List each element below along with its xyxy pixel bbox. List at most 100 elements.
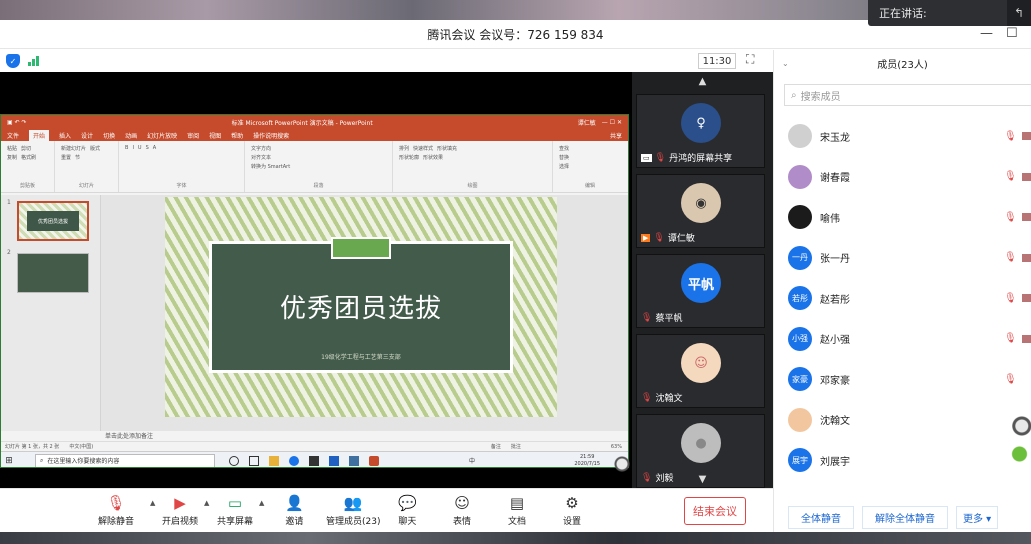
- camera-off-icon[interactable]: [1022, 172, 1031, 181]
- ppt-menu-slideshow: 幻灯片放映: [147, 132, 178, 140]
- member-row[interactable]: 宋玉龙 🎙: [774, 116, 1031, 157]
- camera-off-icon[interactable]: [1022, 253, 1031, 262]
- member-row[interactable]: 谢春霞 🎙: [774, 157, 1031, 198]
- camera-off-icon[interactable]: [1022, 132, 1031, 141]
- invite-button[interactable]: 👤 邀请: [285, 495, 304, 527]
- speaking-label: 正在讲话:: [879, 7, 927, 20]
- ppt-menu-animations: 动画: [125, 132, 138, 140]
- mic-muted-icon[interactable]: 🎙: [1004, 131, 1017, 142]
- video-options-caret[interactable]: ▲: [204, 499, 209, 507]
- camera-off-icon[interactable]: [1022, 294, 1031, 303]
- documents-button[interactable]: ▤ 文档: [508, 495, 526, 527]
- avatar: ◉: [681, 183, 721, 223]
- ppt-menu-review: 审阅: [187, 132, 200, 140]
- start-video-button[interactable]: ▶ 开启视频: [162, 495, 198, 527]
- windows-start-icon: ⊞: [5, 455, 13, 466]
- avatar: 展宇: [788, 448, 812, 473]
- video-tile[interactable]: ☺ 🎙 沈翰文: [636, 334, 765, 408]
- desktop-mascot-icon: [612, 452, 632, 492]
- thumb-number-2: 2: [7, 249, 11, 256]
- ppt-menu-transitions: 切换: [103, 132, 116, 140]
- members-panel: ⌄ 成员(23人) ⌕ 搜索成员 宋玉龙 🎙 谢春霞 🎙 喻伟 🎙 一丹 张一丹…: [773, 50, 1031, 532]
- slide-thumbnails: 1 优秀团员选拔 2: [1, 195, 101, 431]
- ribbon-group-paragraph: 文字方向 对齐文本 转换为 SmartArt 段落: [245, 141, 393, 192]
- chat-icon: 💬: [398, 494, 417, 512]
- share-options-caret[interactable]: ▲: [259, 499, 264, 507]
- ribbon-group-drawing: 排列 快速样式 形状填充 形状轮廓 形状效果 绘图: [393, 141, 553, 192]
- ribbon-group-editing: 查找 替换 选择 编辑: [559, 146, 595, 189]
- search-icon: ⌕: [40, 456, 44, 464]
- powerpoint-icon: [369, 455, 379, 466]
- emoji-button[interactable]: ☺ 表情: [453, 495, 471, 527]
- mic-muted-icon[interactable]: 🎙: [1004, 252, 1017, 263]
- search-icon: ⌕: [791, 89, 797, 101]
- camera-icon: ▶: [641, 233, 651, 242]
- camera-off-icon[interactable]: [1022, 334, 1031, 343]
- mute-all-button[interactable]: 全体静音: [788, 505, 854, 529]
- avatar: 小强: [788, 326, 812, 351]
- ppt-window-controls: — ☐ ✕: [601, 118, 622, 126]
- video-tile[interactable]: ♀ ▭ 🎙 丹鸿的屏幕共享: [636, 94, 765, 168]
- avatar: 一丹: [788, 245, 812, 270]
- mic-muted-icon[interactable]: 🎙: [1004, 374, 1017, 385]
- member-row[interactable]: 一丹 张一丹 🎙: [774, 238, 1031, 279]
- ppt-statusbar: 幻灯片 第 1 张，共 2 张 中文(中国) 备注 批注 63%: [1, 441, 628, 451]
- collapse-arrow-icon[interactable]: ↰: [1007, 0, 1031, 26]
- member-row[interactable]: 若彤 赵若彤 🎙: [774, 278, 1031, 319]
- minimize-button[interactable]: —: [980, 26, 993, 41]
- participant-name: 谭仁敏: [667, 234, 695, 244]
- ppt-user: 谭仁敏: [577, 119, 596, 127]
- member-search-input[interactable]: ⌕ 搜索成员: [784, 84, 1031, 106]
- video-tile[interactable]: 平帆 🎙 蔡平帆: [636, 254, 765, 328]
- share-screen-icon: ▭: [227, 494, 243, 512]
- emoji-icon: ☺: [454, 494, 470, 512]
- meeting-window: 腾讯会议 会议号：726 159 834 — ☐ ✓ 11:30 ⛶ ▣ ↶ ↷…: [0, 20, 1031, 532]
- camera-off-icon[interactable]: [1022, 213, 1031, 222]
- mic-muted-icon: 🎙: [654, 152, 667, 163]
- member-row[interactable]: 喻伟 🎙: [774, 197, 1031, 238]
- avatar: [788, 407, 812, 432]
- avatar: 平帆: [681, 263, 721, 303]
- manage-members-button[interactable]: 👥 管理成员(23): [326, 495, 380, 527]
- windows-taskbar: ⊞ ⌕ 在这里输入你要搜索的内容 中 21:59 2020/7/15: [1, 451, 628, 467]
- slide: 优秀团员选拔 19级化学工程与工艺第三支部: [165, 197, 557, 417]
- member-row[interactable]: 展宇 刘展宇: [774, 440, 1031, 481]
- taskbar-apps: [229, 455, 379, 466]
- signal-icon[interactable]: [28, 56, 39, 66]
- maximize-button[interactable]: ☐: [1006, 26, 1018, 41]
- member-row[interactable]: 小强 赵小强 🎙: [774, 319, 1031, 360]
- chevron-down-icon[interactable]: ⌄: [782, 59, 789, 68]
- avatar: ☺: [681, 343, 721, 383]
- mic-muted-icon[interactable]: 🎙: [1004, 333, 1017, 344]
- video-tile[interactable]: ◉ ▶ 🎙 谭仁敏: [636, 174, 765, 248]
- scroll-up-arrow[interactable]: ▲: [632, 76, 773, 87]
- shield-icon[interactable]: ✓: [6, 54, 20, 68]
- share-screen-button[interactable]: ▭ 共享屏幕: [217, 495, 253, 527]
- ppt-menu-home: 开始: [29, 129, 50, 141]
- mic-muted-icon[interactable]: 🎙: [1004, 293, 1017, 304]
- mic-muted-icon: 🎙: [653, 232, 665, 243]
- member-row[interactable]: 沈翰文: [774, 400, 1031, 441]
- scroll-down-arrow[interactable]: ▼: [632, 474, 773, 485]
- mic-muted-icon[interactable]: 🎙: [1004, 171, 1017, 182]
- chat-button[interactable]: 💬 聊天: [398, 495, 417, 527]
- fullscreen-icon[interactable]: ⛶: [746, 52, 754, 67]
- participant-name: 丹鸿的屏幕共享: [669, 154, 733, 164]
- audio-options-caret[interactable]: ▲: [150, 499, 155, 507]
- more-button[interactable]: 更多 ▾: [956, 505, 999, 529]
- ribbon-group-clipboard: 粘贴 剪切 复制 格式刷 剪贴板: [1, 141, 55, 192]
- unmute-all-button[interactable]: 解除全体静音: [862, 505, 948, 529]
- ppt-zoom: 63%: [610, 443, 622, 450]
- ppt-tell-me: 操作说明搜索: [253, 132, 290, 140]
- end-meeting-button[interactable]: 结束会议: [684, 497, 746, 525]
- unmute-button[interactable]: 🎙 解除静音: [98, 495, 134, 527]
- cortana-icon: [229, 455, 239, 466]
- avatar: 家豪: [788, 367, 812, 392]
- ribbon-group-slides: 新建幻灯片 版式 重置节 幻灯片: [55, 141, 119, 192]
- slide-title-panel: 优秀团员选拔 19级化学工程与工艺第三支部: [209, 241, 513, 373]
- mic-muted-icon[interactable]: 🎙: [1004, 212, 1017, 223]
- avatar: ♀: [681, 103, 721, 143]
- settings-button[interactable]: ⚙ 设置: [563, 495, 581, 527]
- slide-title: 优秀团员选拔: [279, 294, 442, 324]
- member-row[interactable]: 家豪 邓家豪 🎙: [774, 359, 1031, 400]
